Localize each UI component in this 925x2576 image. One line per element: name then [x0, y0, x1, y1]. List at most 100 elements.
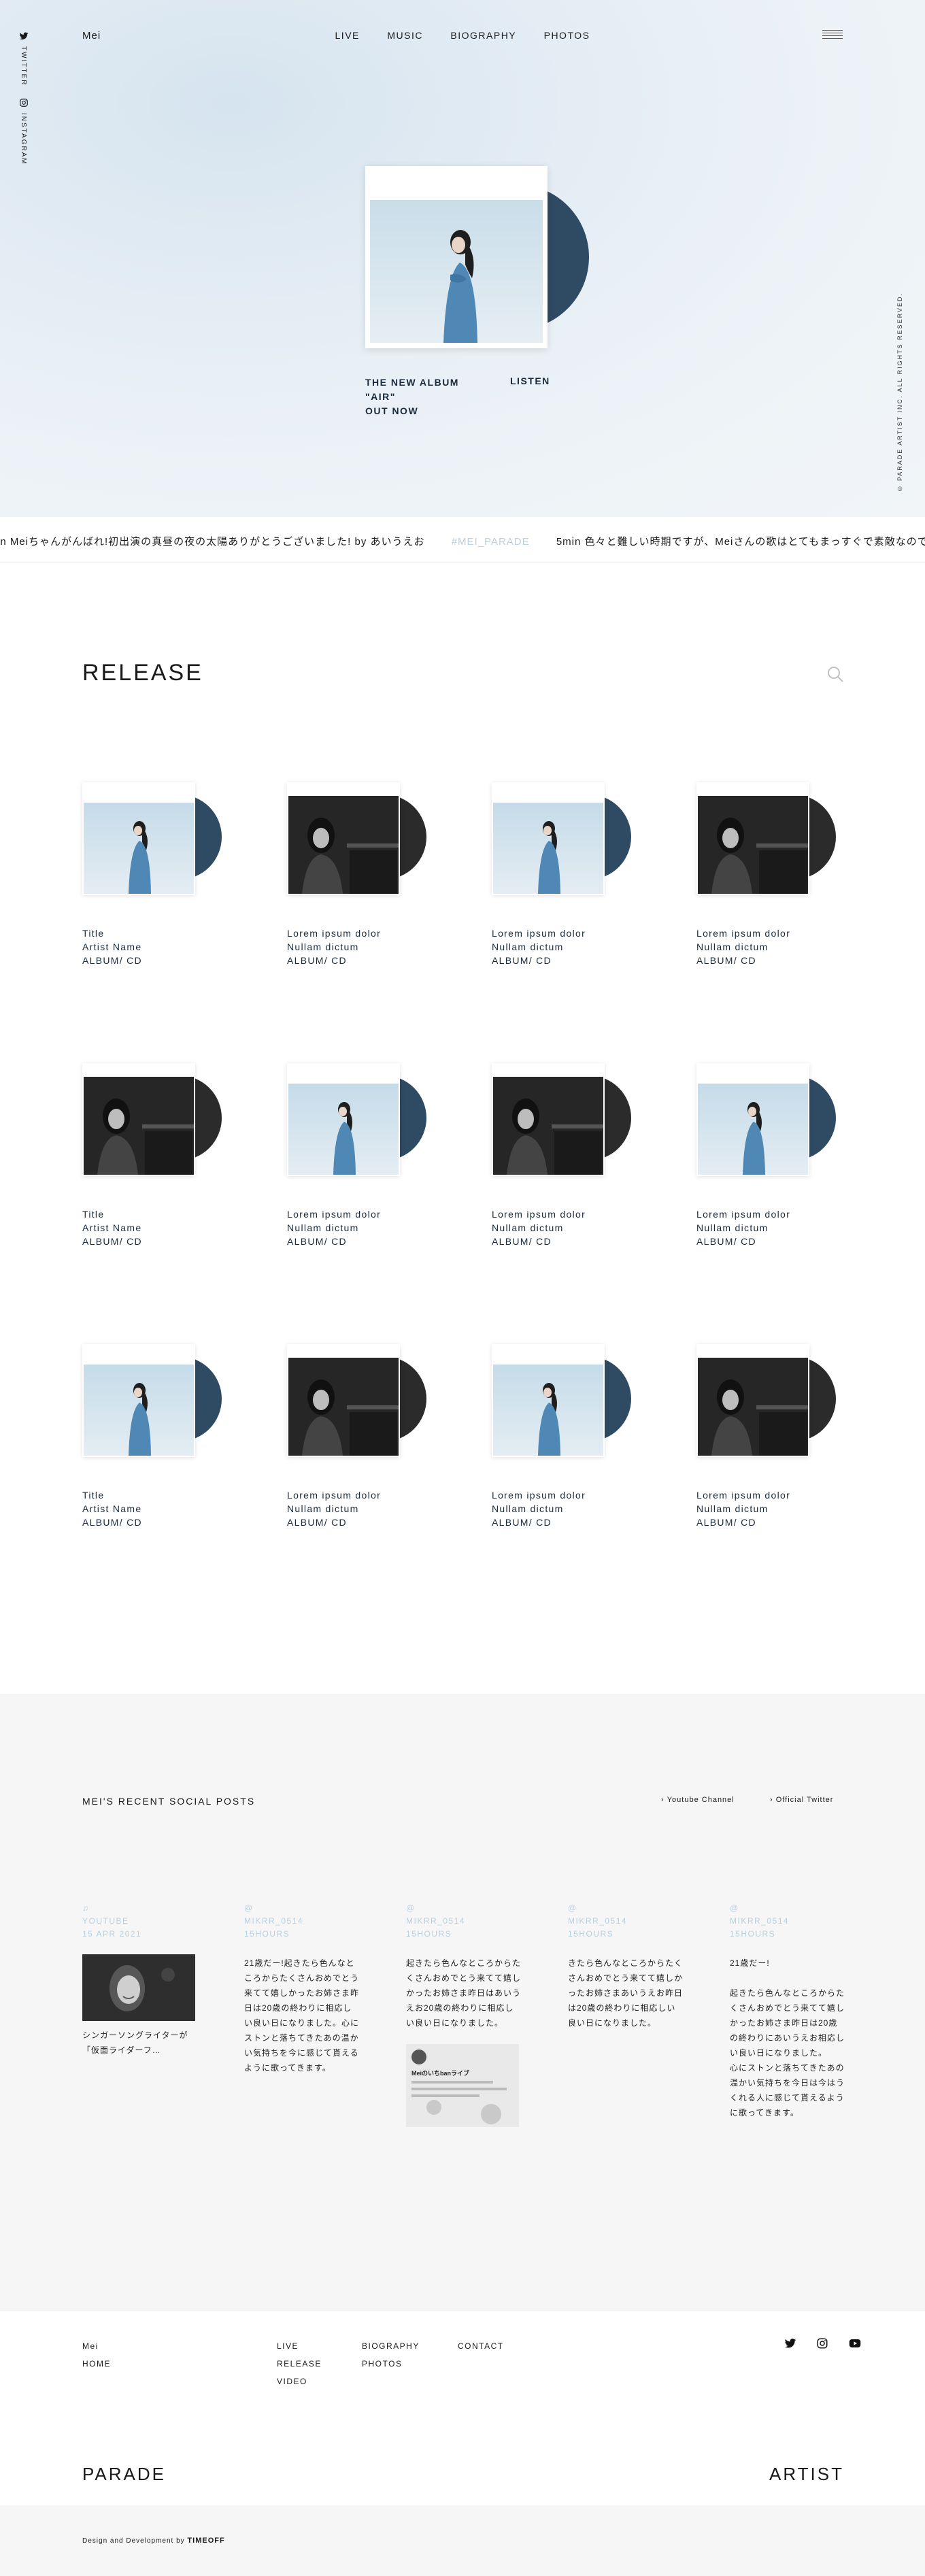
album-cover-photo	[493, 803, 603, 894]
instagram-icon[interactable]	[816, 2337, 828, 2349]
release-card[interactable]: Lorem ipsum dolor Nullam dictum ALBUM/ CD	[492, 1063, 641, 1267]
post-body: 21歳だー!起きたら色んなところからたくさんおめでとう来てて嬉しかったお姉さま昨…	[244, 1958, 360, 2073]
release-card[interactable]: Title Artist Name ALBUM/ CD	[82, 782, 232, 986]
release-format: ALBUM/ CD	[696, 1236, 756, 1247]
official-twitter-link[interactable]: › Official Twitter	[770, 1796, 833, 1804]
footer-col-about: BIOGRAPHY PHOTOS	[362, 2337, 420, 2373]
release-heading: RELEASE	[82, 660, 203, 686]
post-body: シンガーソングライターが「仮面ライダーフ…	[82, 2030, 188, 2055]
release-title: Lorem ipsum dolor	[492, 1209, 586, 1220]
featured-album[interactable]	[365, 166, 590, 350]
footer-link-photos[interactable]: PHOTOS	[362, 2355, 420, 2373]
tweet-card-image[interactable]: Meiのいちbanライブ	[406, 2044, 519, 2127]
release-info: Lorem ipsum dolor Nullam dictum ALBUM/ CD	[492, 1207, 586, 1248]
release-card[interactable]: Lorem ipsum dolor Nullam dictum ALBUM/ CD	[287, 782, 437, 986]
album-cover	[696, 782, 809, 895]
album-cover-photo	[288, 796, 399, 894]
album-cover-photo	[698, 796, 808, 894]
footer-link-video[interactable]: VIDEO	[277, 2373, 322, 2390]
instagram-side-label[interactable]: INSTAGRAM	[20, 113, 27, 165]
hamburger-menu-icon[interactable]	[822, 30, 843, 41]
ticker-item[interactable]: in Meiちゃんがんばれ!初出演の真昼の夜の太陽ありがとうございました! by…	[0, 536, 425, 548]
footer-link-release[interactable]: RELEASE	[277, 2355, 322, 2373]
footer-col-home: Mei HOME	[82, 2337, 111, 2373]
release-format: ALBUM/ CD	[492, 1517, 552, 1528]
release-card[interactable]: Lorem ipsum dolor Nullam dictum ALBUM/ CD	[492, 1344, 641, 1548]
youtube-channel-label: Youtube Channel	[667, 1796, 735, 1804]
twitter-icon[interactable]	[784, 2337, 796, 2349]
nav-music[interactable]: MUSIC	[387, 30, 423, 41]
youtube-channel-link[interactable]: › Youtube Channel	[661, 1796, 735, 1804]
footer-link-contact[interactable]: CONTACT	[458, 2337, 504, 2355]
release-card[interactable]: Lorem ipsum dolor Nullam dictum ALBUM/ CD	[696, 1063, 846, 1267]
nav-live[interactable]: LIVE	[335, 30, 360, 41]
release-card[interactable]: Title Artist Name ALBUM/ CD	[82, 1344, 232, 1548]
social-post-youtube[interactable]: ♫ YOUTUBE 15 APR 2021 シンガーソングライターが「仮面ライダーフ…	[82, 1902, 198, 2058]
footer-artist-logo[interactable]: ARTIST	[769, 2464, 844, 2485]
release-title: Title	[82, 1209, 105, 1220]
album-cover-photo	[493, 1077, 603, 1175]
release-title: Lorem ipsum dolor	[696, 1490, 791, 1501]
ticker-item[interactable]: 5min 色々と難しい時期ですが、Meiさんの歌はとてもまっすぐで素敵なので沢山…	[556, 536, 925, 548]
ticker-hashtag[interactable]: #MEI_PARADE	[452, 536, 530, 548]
release-artist: Nullam dictum	[492, 1222, 564, 1233]
credit-text: Design and Development by TIMEOFF	[82, 2537, 225, 2545]
social-post-twitter[interactable]: @ MIKRR_0514 15HOURS 起きたら色んなところからたくさんおめでとう…	[406, 1902, 522, 2127]
social-post-twitter[interactable]: @ MIKRR_0514 15HOURS 21歳だー! 起きたら色んなところからたく…	[730, 1902, 845, 2120]
footer-social-icons	[767, 2337, 861, 2353]
release-title: Lorem ipsum dolor	[287, 1490, 382, 1501]
social-heading: MEI'S RECENT SOCIAL POSTS	[82, 1796, 256, 1807]
release-format: ALBUM/ CD	[287, 1236, 347, 1247]
social-post-twitter[interactable]: @ MIKRR_0514 15HOURS 21歳だー!起きたら色んなところからたくさ…	[244, 1902, 360, 2075]
album-cover-photo	[698, 1084, 808, 1175]
release-artist: Nullam dictum	[287, 1503, 359, 1514]
chevron-right-icon: ›	[770, 1796, 776, 1804]
release-card[interactable]: Lorem ipsum dolor Nullam dictum ALBUM/ CD	[492, 782, 641, 986]
release-artist: Artist Name	[82, 941, 142, 952]
release-info: Lorem ipsum dolor Nullam dictum ALBUM/ CD	[492, 926, 586, 967]
footer-link-home[interactable]: HOME	[82, 2355, 111, 2373]
release-card[interactable]: Lorem ipsum dolor Nullam dictum ALBUM/ CD	[696, 782, 846, 986]
footer-link-live[interactable]: LIVE	[277, 2337, 322, 2355]
footer-link-biography[interactable]: BIOGRAPHY	[362, 2337, 420, 2355]
release-format: ALBUM/ CD	[82, 1517, 142, 1528]
footer-col-contact: CONTACT	[458, 2337, 504, 2355]
footer-brand[interactable]: Mei	[82, 2337, 111, 2355]
release-card[interactable]: Lorem ipsum dolor Nullam dictum ALBUM/ CD	[287, 1344, 437, 1548]
album-cover-photo	[84, 1365, 194, 1456]
search-icon[interactable]	[826, 665, 844, 683]
post-time: 15HOURS	[406, 1929, 452, 1939]
post-time: 15HOURS	[568, 1929, 614, 1939]
album-cover-photo	[84, 1077, 194, 1175]
video-thumbnail[interactable]	[82, 1954, 195, 2021]
footer-parade-logo[interactable]: PARADE	[82, 2464, 166, 2485]
nav-photos[interactable]: PHOTOS	[544, 30, 590, 41]
twitter-side-label[interactable]: TWITTER	[20, 46, 27, 86]
release-artist: Nullam dictum	[696, 941, 769, 952]
release-format: ALBUM/ CD	[82, 1236, 142, 1247]
twitter-icon[interactable]	[19, 31, 29, 41]
post-source: MIKRR_0514	[568, 1916, 628, 1926]
release-title: Lorem ipsum dolor	[287, 928, 382, 939]
album-cover	[492, 782, 605, 895]
listen-link[interactable]: LISTEN	[510, 375, 550, 386]
album-cover	[82, 1063, 195, 1176]
post-time: 15HOURS	[730, 1929, 776, 1939]
credit-link[interactable]: TIMEOFF	[187, 2537, 224, 2545]
release-format: ALBUM/ CD	[492, 1236, 552, 1247]
release-info: Lorem ipsum dolor Nullam dictum ALBUM/ CD	[696, 926, 790, 967]
release-info: Lorem ipsum dolor Nullam dictum ALBUM/ CD	[492, 1488, 586, 1529]
release-card[interactable]: Lorem ipsum dolor Nullam dictum ALBUM/ CD	[696, 1344, 846, 1548]
social-post-twitter[interactable]: @ MIKRR_0514 15HOURS きたら色んなところからたくさんおめでとう来…	[568, 1902, 684, 2030]
youtube-icon[interactable]	[849, 2337, 861, 2349]
instagram-icon[interactable]	[19, 98, 29, 107]
release-card[interactable]: Lorem ipsum dolor Nullam dictum ALBUM/ CD	[287, 1063, 437, 1267]
nav-biography[interactable]: BIOGRAPHY	[450, 30, 516, 41]
release-info: Title Artist Name ALBUM/ CD	[82, 926, 142, 967]
release-card[interactable]: Title Artist Name ALBUM/ CD	[82, 1063, 232, 1267]
music-note-icon: ♫	[82, 1903, 90, 1913]
album-cover	[82, 782, 195, 895]
release-artist: Nullam dictum	[696, 1222, 769, 1233]
album-cover-photo	[698, 1358, 808, 1456]
release-title: Lorem ipsum dolor	[492, 1490, 586, 1501]
